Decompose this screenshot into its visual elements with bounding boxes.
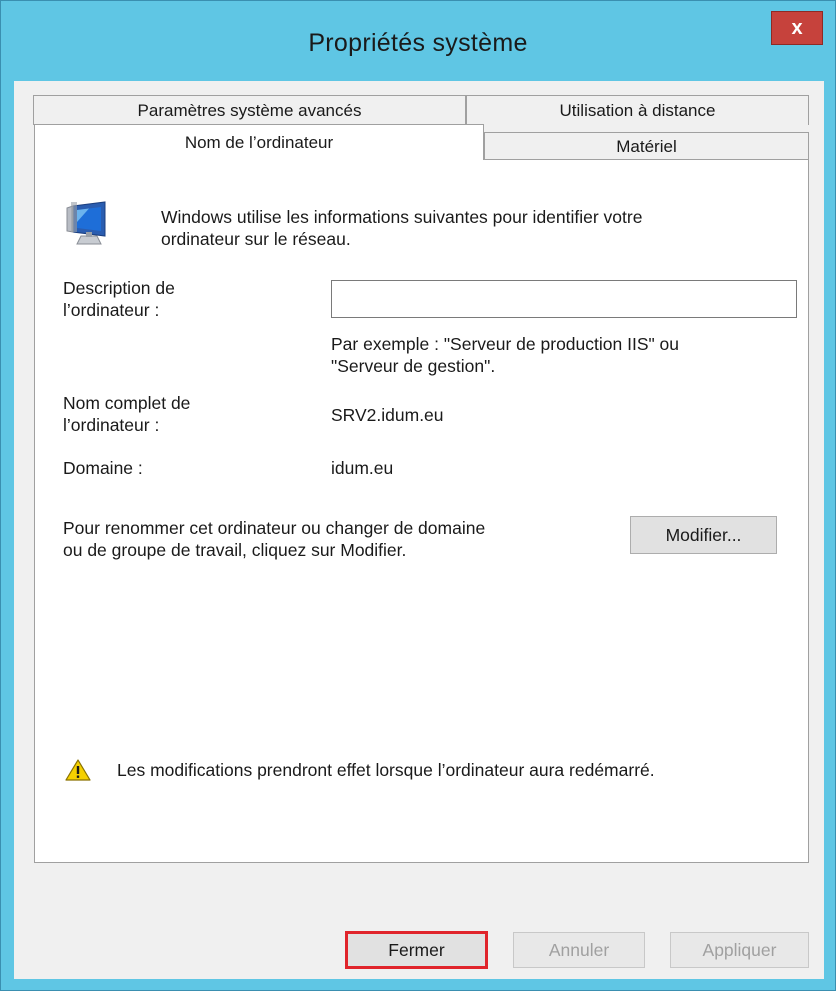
- close-icon: x: [791, 16, 803, 39]
- example-text-line1: Par exemple : "Serveur de production IIS…: [331, 334, 680, 354]
- tab-label: Nom de l’ordinateur: [184, 132, 334, 152]
- tab-remote[interactable]: Utilisation à distance: [466, 95, 809, 125]
- dialog-body: Paramètres système avancés Utilisation à…: [14, 81, 824, 979]
- modify-button-label: Modifier...: [665, 524, 742, 545]
- warning-triangle-icon: [65, 758, 91, 782]
- fullname-label-line2: l’ordinateur :: [63, 415, 160, 435]
- title-bar[interactable]: Propriétés système x: [1, 1, 835, 81]
- window-title: Propriétés système: [308, 29, 528, 57]
- dialog-window: Propriétés système x Paramètres système …: [0, 0, 836, 991]
- tab-label: Utilisation à distance: [559, 100, 716, 120]
- tab-label: Paramètres système avancés: [137, 100, 362, 120]
- rename-instructions-line2: ou de groupe de travail, cliquez sur Mod…: [63, 540, 407, 560]
- description-label-line2: l’ordinateur :: [63, 300, 160, 320]
- tab-advanced-settings[interactable]: Paramètres système avancés: [33, 95, 466, 125]
- intro-text-line1: Windows utilise les informations suivant…: [161, 207, 643, 227]
- modify-button[interactable]: Modifier...: [630, 516, 777, 554]
- apply-button[interactable]: Appliquer: [670, 932, 809, 968]
- description-label-line1: Description de: [63, 278, 175, 298]
- tab-hardware[interactable]: Matériel: [484, 132, 809, 160]
- tab-label: Matériel: [616, 136, 677, 156]
- close-window-button[interactable]: x: [771, 11, 823, 45]
- intro-text-line2: ordinateur sur le réseau.: [161, 229, 351, 249]
- apply-button-label: Appliquer: [702, 939, 777, 960]
- fullname-label-line1: Nom complet de: [63, 393, 191, 413]
- cancel-button-label: Annuler: [548, 939, 610, 960]
- cancel-button[interactable]: Annuler: [513, 932, 645, 968]
- fullname-value: SRV2.idum.eu: [331, 405, 444, 425]
- close-button[interactable]: Fermer: [345, 931, 488, 969]
- example-text-line2: "Serveur de gestion".: [331, 356, 496, 376]
- computer-description-input[interactable]: [331, 280, 797, 318]
- computer-monitor-icon: [63, 198, 113, 248]
- domain-value: idum.eu: [331, 458, 394, 478]
- domain-label: Domaine :: [63, 458, 143, 478]
- close-button-label: Fermer: [388, 939, 445, 960]
- computer-name-panel: Windows utilise les informations suivant…: [34, 159, 809, 863]
- rename-instructions-line1: Pour renommer cet ordinateur ou changer …: [63, 518, 486, 538]
- warning-message: Les modifications prendront effet lorsqu…: [117, 760, 655, 780]
- tab-computer-name[interactable]: Nom de l’ordinateur: [34, 124, 484, 160]
